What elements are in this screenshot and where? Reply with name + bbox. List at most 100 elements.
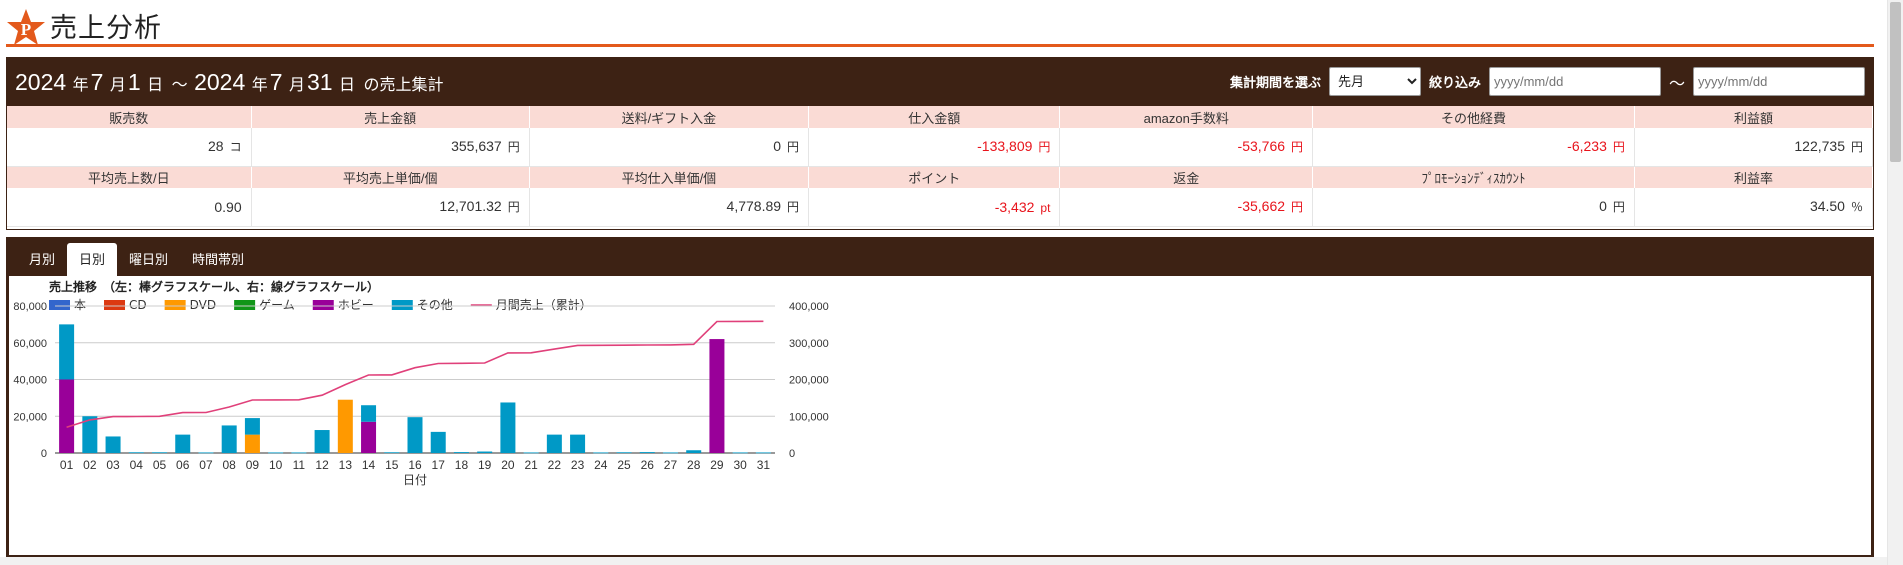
end-month: 7 (269, 69, 283, 95)
stats-unit: 円 (507, 200, 520, 215)
y-tick-label: 20,000 (13, 411, 47, 423)
cumulative-sales-line (66, 320, 764, 429)
x-tick-label: 20 (501, 458, 515, 472)
tab-時間帯別[interactable]: 時間帯別 (180, 243, 256, 276)
month-label: 月 (288, 77, 305, 94)
stats-unit: 円 (1612, 200, 1625, 215)
y-tick-label: 80,000 (13, 301, 47, 313)
stats-unit: ％ (1850, 200, 1863, 215)
tab-日別[interactable]: 日別 (67, 243, 118, 276)
bar-その他 (244, 418, 260, 435)
stats-value: -133,809 (977, 138, 1033, 155)
stats-value: 355,637 (451, 138, 502, 155)
sales-chart: 売上推移 （左：棒グラフスケール、右：線グラフスケール） 本 CD DVD ゲーム ホビー… (13, 279, 829, 487)
legend-label: 本 (74, 298, 86, 312)
page-header: P 売上分析 (0, 0, 1878, 48)
stats-value-cell: 122,735 円 (1634, 128, 1874, 167)
stats-header-row: 平均売上数/日 平均売上単価/個 平均仕入単価/個 ポイント 返金 ﾌﾟﾛﾓｰｼｮﾝﾃﾞｨ… (7, 166, 1874, 188)
bar-その他 (430, 431, 446, 453)
stats-header-cell: 売上金額 (251, 106, 530, 128)
x-tick-label: 01 (60, 458, 74, 472)
period-label: 集計期間を選ぶ (1229, 75, 1321, 90)
page-title: 売上分析 (50, 13, 162, 44)
x-tick-label: 06 (176, 458, 190, 472)
x-tick-label: 14 (362, 458, 376, 472)
chart-title: 売上推移 （左：棒グラフスケール、右：線グラフスケール） (49, 279, 379, 294)
stats-unit: 円 (1850, 140, 1863, 155)
y2-tick-label: 400,000 (789, 301, 829, 313)
date-from-input[interactable] (1488, 67, 1661, 96)
bar-その他 (755, 452, 771, 454)
legend-label: その他 (417, 298, 453, 312)
chart-tabs: 月別 日別 曜日別 時間帯別 (7, 238, 1873, 276)
stats-unit: 円 (1291, 200, 1304, 215)
stats-value-cell: 28 コ (7, 128, 252, 167)
chart-panel: 月別 日別 曜日別 時間帯別 売上推移 （左：棒グラフスケール、右：線グラフスケール）… (6, 237, 1874, 558)
stats-value-cell: -3,432 pt (808, 188, 1061, 227)
stats-unit: pt (1040, 200, 1051, 215)
bar-ホビー (59, 379, 75, 453)
stats-value: -3,432 (994, 198, 1035, 215)
stats-header-row: 販売数 売上金額 送料/ギフト入金 仕入金額 amazon手数料 その他経費 利益額 (7, 106, 1874, 128)
bar-その他 (59, 324, 75, 380)
legend-swatch (104, 300, 126, 310)
bar-その他 (570, 434, 586, 453)
stats-value: 28 (208, 138, 224, 155)
legend-swatch (164, 300, 186, 310)
bar-その他 (500, 402, 516, 453)
x-tick-label: 15 (385, 458, 399, 472)
legend-swatch (234, 300, 256, 310)
summary-header: 2024 年7 月1 日 ～ 2024 年7 月31 日 の売上集計 集計期間を… (7, 58, 1873, 106)
bar-その他 (616, 452, 632, 454)
horizontal-scrollbar[interactable] (0, 557, 1887, 565)
stats-value-row: 28 コ 355,637 円 0 円 -133,809 円 -53,766 円 -6,233 円 122… (7, 128, 1874, 167)
stats-value: -35,662 (1237, 198, 1286, 215)
bar-その他 (291, 452, 307, 454)
x-tick-label: 10 (269, 458, 283, 472)
period-select[interactable]: 先月 (1328, 67, 1421, 96)
x-tick-label: 25 (617, 458, 631, 472)
x-tick-label: 18 (455, 458, 469, 472)
bar-その他 (477, 451, 493, 453)
stats-unit: コ (229, 140, 242, 155)
bar-その他 (361, 405, 377, 422)
stats-header-cell: 返金 (1059, 166, 1314, 188)
stats-value: 4,778.89 (726, 198, 782, 215)
x-tick-label: 17 (432, 458, 446, 472)
start-day: 1 (127, 69, 141, 95)
x-tick-label: 09 (246, 458, 260, 472)
bar-その他 (152, 452, 168, 454)
bar-その他 (686, 450, 702, 453)
tab-月別[interactable]: 月別 (17, 243, 67, 276)
stats-value: -53,766 (1237, 138, 1286, 155)
svg-text:P: P (21, 20, 31, 39)
stats-unit: 円 (787, 140, 800, 155)
date-to-input[interactable] (1693, 67, 1865, 96)
stats-header-cell: ポイント (808, 166, 1061, 188)
narrow-label: 絞り込み (1428, 75, 1481, 90)
stats-value-cell: 355,637 円 (251, 128, 530, 167)
x-tick-label: 23 (571, 458, 585, 472)
x-tick-label: 08 (223, 458, 237, 472)
stats-unit: 円 (507, 140, 520, 155)
date-tilde: ～ (1668, 75, 1685, 93)
vertical-scrollbar[interactable] (1887, 0, 1903, 565)
x-tick-label: 21 (524, 458, 538, 472)
stats-value: 0 (1599, 198, 1607, 215)
y-tick-label: 0 (41, 448, 47, 460)
title-divider (6, 44, 1874, 47)
stats-header-cell: 販売数 (7, 106, 252, 128)
stats-value-cell: 0円 (1312, 188, 1635, 227)
y2-tick-label: 100,000 (789, 411, 829, 423)
day-label: 日 (339, 77, 356, 94)
star-p-logo-icon: P (7, 9, 45, 45)
bar-その他 (384, 452, 400, 454)
tab-曜日別[interactable]: 曜日別 (117, 243, 180, 276)
stats-header-cell: 利益額 (1634, 106, 1874, 128)
bar-ホビー (709, 339, 725, 453)
x-tick-label: 11 (293, 458, 306, 472)
scrollbar-thumb[interactable] (1890, 2, 1901, 162)
bar-その他 (175, 434, 191, 453)
start-year: 2024 (15, 69, 67, 95)
x-tick-label: 27 (664, 458, 678, 472)
